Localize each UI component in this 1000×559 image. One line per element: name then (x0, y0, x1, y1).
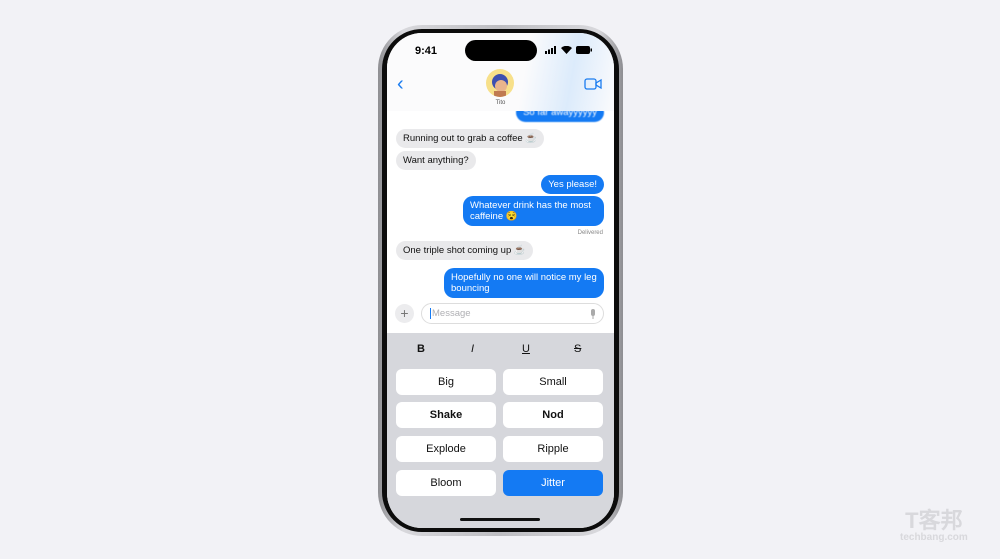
effect-nod[interactable]: Nod (503, 402, 603, 428)
microphone-icon[interactable] (590, 309, 596, 319)
strikethrough-button[interactable]: S (574, 343, 581, 355)
text-effects-panel: B I U S Big Small Shake Nod Explode Ripp… (387, 333, 614, 528)
effect-shake[interactable]: Shake (396, 402, 496, 428)
message-outgoing: Whatever drink has the most caffeine 😵 (463, 196, 604, 226)
status-time: 9:41 (415, 45, 438, 57)
contact-avatar[interactable] (486, 69, 514, 97)
effect-jitter[interactable]: Jitter (503, 470, 603, 496)
message-incoming: Running out to grab a coffee ☕ (396, 129, 545, 148)
compose-row: + Message (387, 301, 614, 329)
effect-explode[interactable]: Explode (396, 436, 496, 462)
effect-big[interactable]: Big (396, 369, 496, 395)
underline-button[interactable]: U (522, 343, 530, 355)
message-placeholder: Message (432, 308, 471, 320)
home-indicator (460, 518, 540, 521)
effect-ripple[interactable]: Ripple (503, 436, 603, 462)
video-call-icon[interactable] (584, 78, 602, 90)
contact-name[interactable]: Tito (387, 100, 614, 106)
delivered-status: Delivered (577, 230, 603, 236)
watermark-site: techbang.com (900, 532, 968, 543)
message-input[interactable]: Message (421, 303, 604, 324)
messages-screen: So far awayyyyyy 9:41 ‹ Tito Running out… (387, 33, 614, 528)
back-chevron-icon[interactable]: ‹ (397, 73, 404, 96)
effect-bloom[interactable]: Bloom (396, 470, 496, 496)
effect-small[interactable]: Small (503, 369, 603, 395)
italic-button[interactable]: I (471, 343, 474, 355)
message-incoming: Want anything? (396, 151, 476, 170)
conversation-header: 9:41 ‹ Tito (387, 33, 614, 111)
status-icons (545, 46, 592, 54)
bold-button[interactable]: B (417, 343, 425, 355)
watermark: T客邦 techbang.com (900, 508, 968, 544)
iphone: So far awayyyyyy 9:41 ‹ Tito Running out… (378, 25, 623, 536)
battery-icon (576, 46, 592, 54)
message-outgoing: Yes please! (541, 175, 604, 194)
message-outgoing: Hopefully no one will notice my leg boun… (444, 268, 604, 298)
message-incoming: One triple shot coming up ☕ (396, 241, 533, 260)
plus-button[interactable]: + (395, 304, 414, 323)
dynamic-island (465, 40, 537, 61)
watermark-logo: T客邦 (905, 508, 963, 533)
signal-icon (545, 46, 556, 54)
wifi-icon (561, 46, 572, 54)
